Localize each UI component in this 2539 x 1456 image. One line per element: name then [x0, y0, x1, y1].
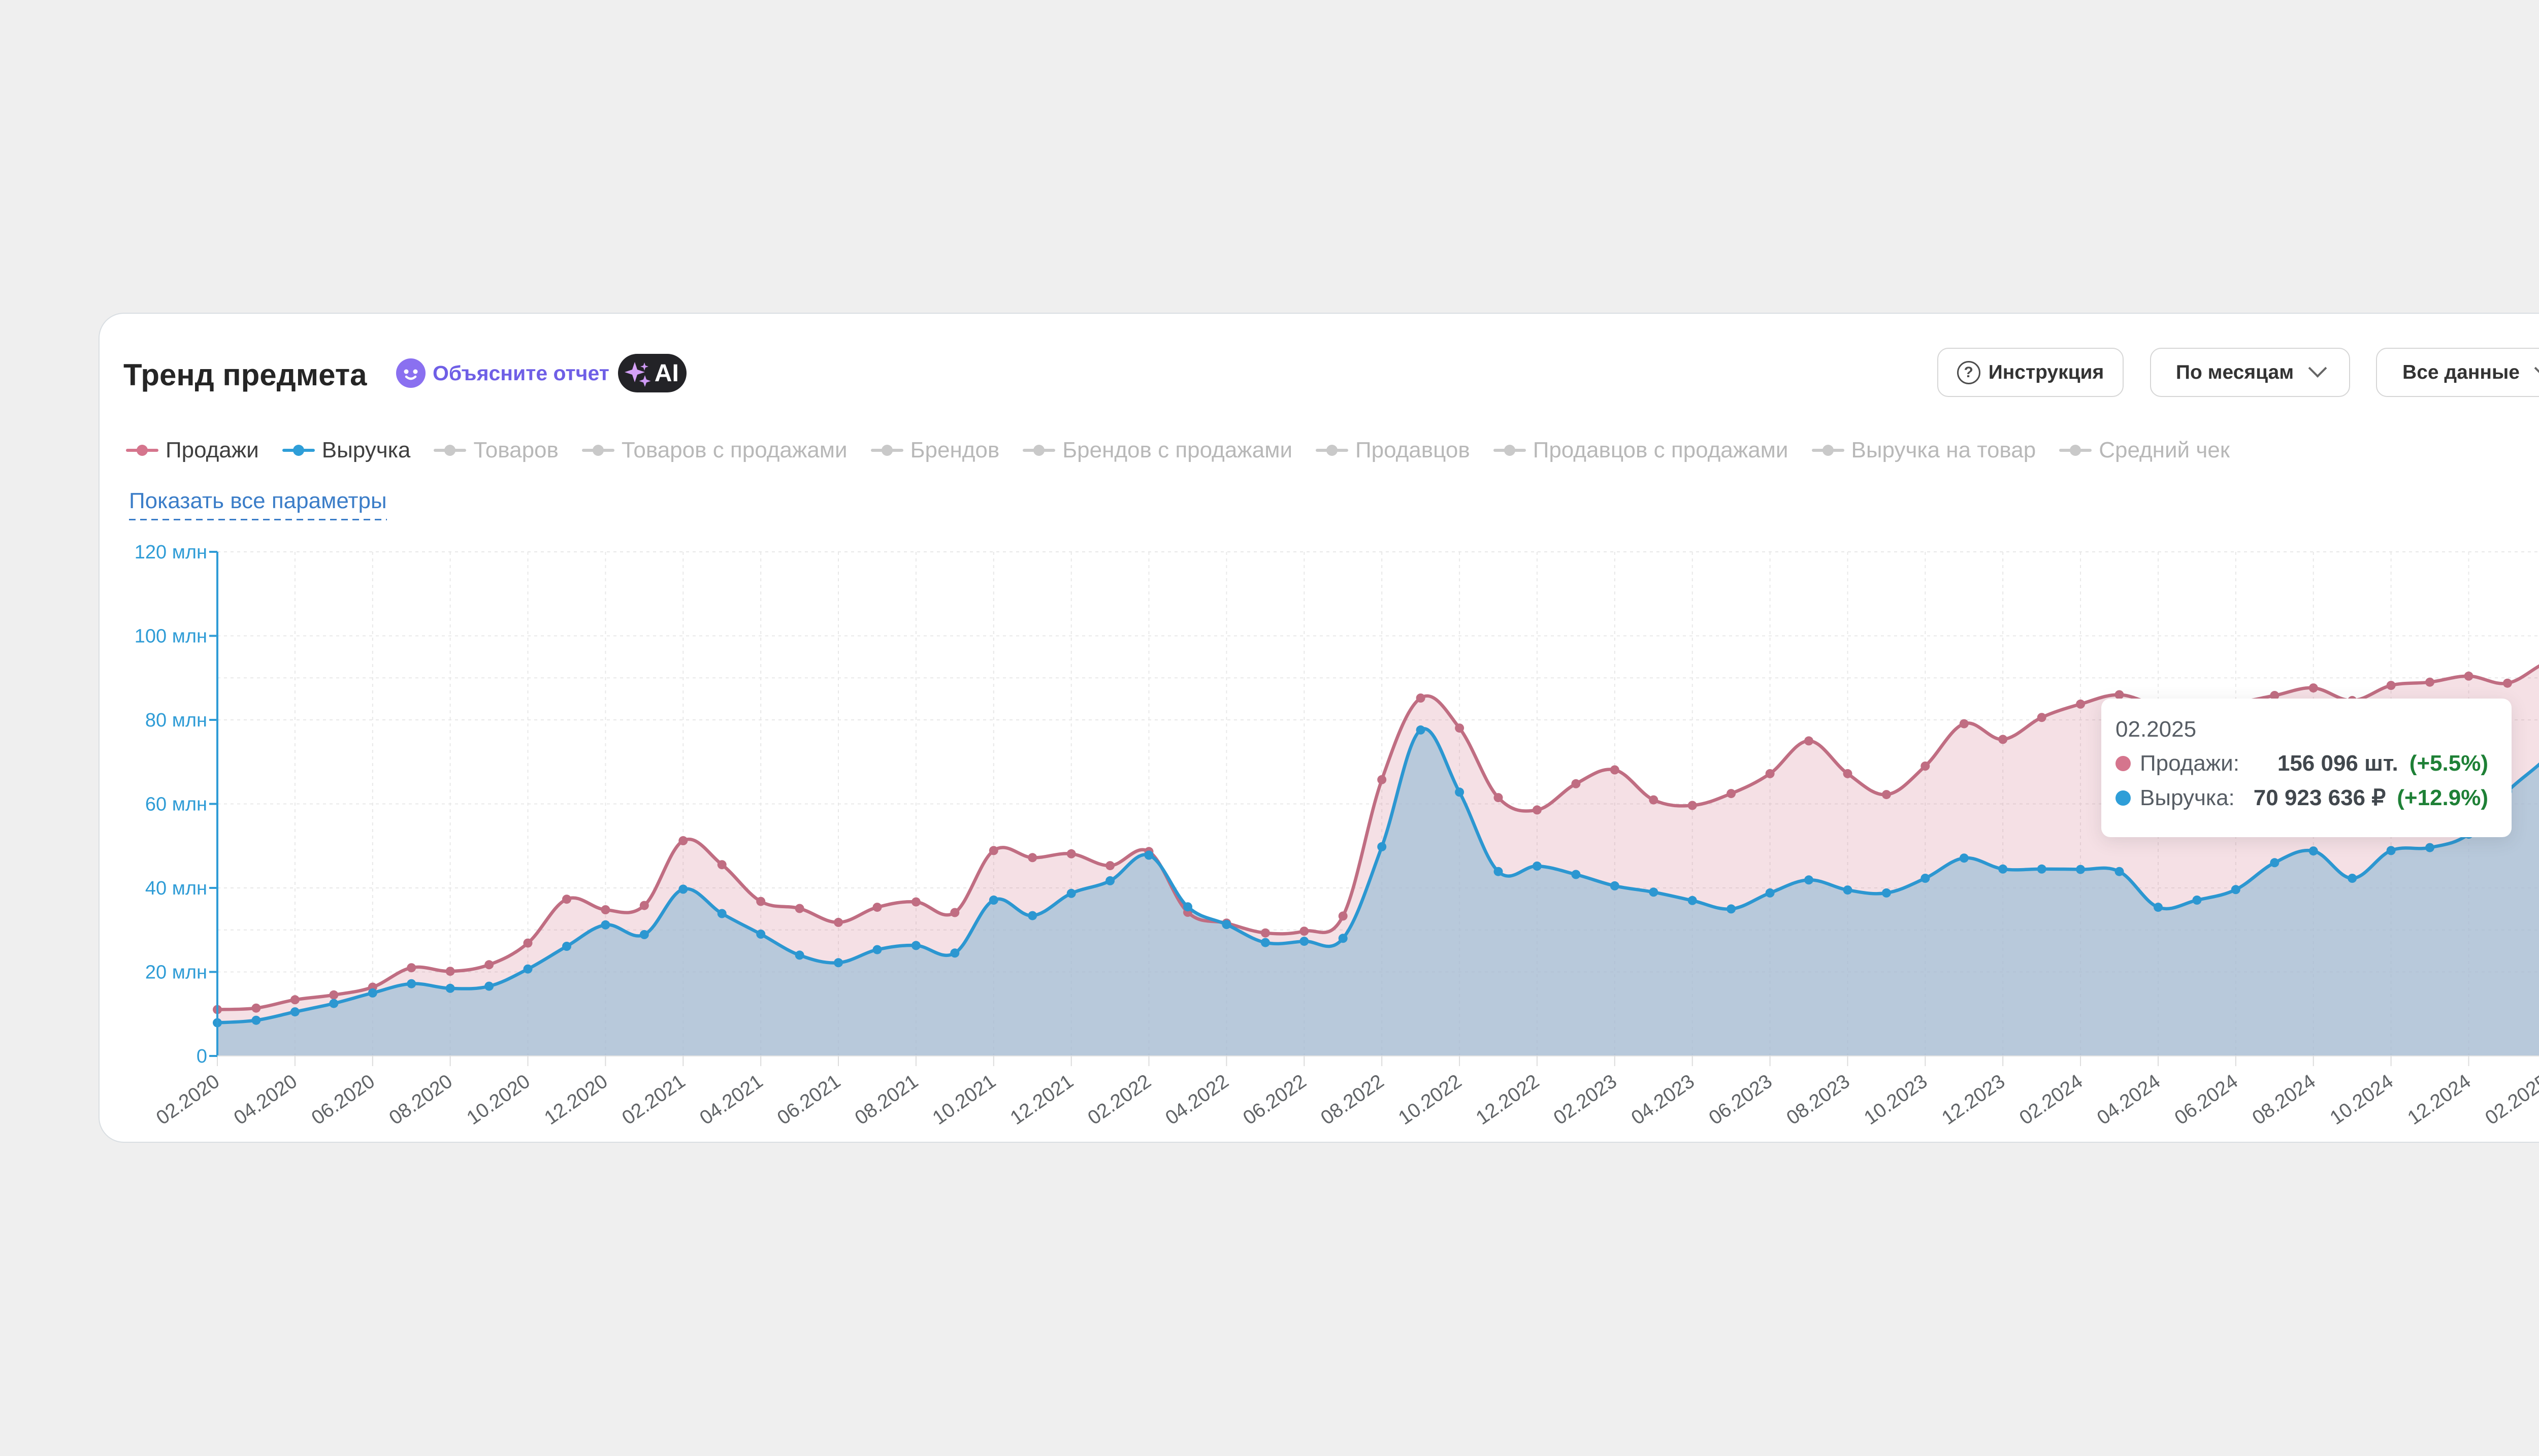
svg-text:04.2024: 04.2024	[2093, 1070, 2164, 1129]
svg-text:02.2021: 02.2021	[618, 1070, 689, 1129]
svg-text:06.2024: 06.2024	[2171, 1070, 2242, 1129]
svg-text:06.2021: 06.2021	[773, 1070, 844, 1129]
svg-text:02.2023: 02.2023	[1550, 1070, 1621, 1129]
svg-text:08.2020: 08.2020	[385, 1070, 457, 1129]
svg-text:06.2022: 06.2022	[1239, 1070, 1310, 1129]
svg-text:06.2023: 06.2023	[1705, 1070, 1776, 1129]
svg-text:02.2022: 02.2022	[1084, 1070, 1155, 1129]
svg-text:10.2022: 10.2022	[1394, 1070, 1466, 1129]
svg-text:04.2021: 04.2021	[696, 1070, 767, 1129]
svg-text:04.2023: 04.2023	[1627, 1070, 1699, 1129]
svg-text:40 млн: 40 млн	[145, 878, 207, 899]
svg-text:04.2022: 04.2022	[1161, 1070, 1232, 1129]
svg-text:12.2022: 12.2022	[1472, 1070, 1543, 1129]
svg-text:20 млн: 20 млн	[145, 962, 207, 983]
svg-text:0: 0	[197, 1046, 207, 1067]
svg-text:10.2021: 10.2021	[929, 1070, 1000, 1129]
svg-text:08.2021: 08.2021	[851, 1070, 922, 1129]
svg-text:08.2024: 08.2024	[2249, 1070, 2320, 1129]
svg-text:120 млн: 120 млн	[135, 542, 207, 563]
svg-text:02.2020: 02.2020	[152, 1070, 223, 1129]
svg-text:02.2024: 02.2024	[2015, 1070, 2087, 1129]
svg-text:08.2023: 08.2023	[1783, 1070, 1854, 1129]
svg-text:12.2020: 12.2020	[540, 1070, 611, 1129]
svg-text:100 млн: 100 млн	[135, 626, 207, 647]
svg-text:10.2023: 10.2023	[1860, 1070, 1931, 1129]
svg-text:04.2020: 04.2020	[230, 1070, 301, 1129]
svg-text:80 млн: 80 млн	[145, 710, 207, 731]
svg-text:12.2024: 12.2024	[2404, 1070, 2475, 1129]
svg-text:02.2025: 02.2025	[2481, 1070, 2539, 1129]
svg-text:06.2020: 06.2020	[308, 1070, 379, 1129]
svg-text:60 млн: 60 млн	[145, 794, 207, 815]
svg-text:10.2024: 10.2024	[2326, 1070, 2397, 1129]
svg-text:10.2020: 10.2020	[463, 1070, 534, 1129]
svg-text:12.2021: 12.2021	[1006, 1070, 1078, 1129]
svg-text:12.2023: 12.2023	[1938, 1070, 2009, 1129]
svg-text:08.2022: 08.2022	[1317, 1070, 1388, 1129]
